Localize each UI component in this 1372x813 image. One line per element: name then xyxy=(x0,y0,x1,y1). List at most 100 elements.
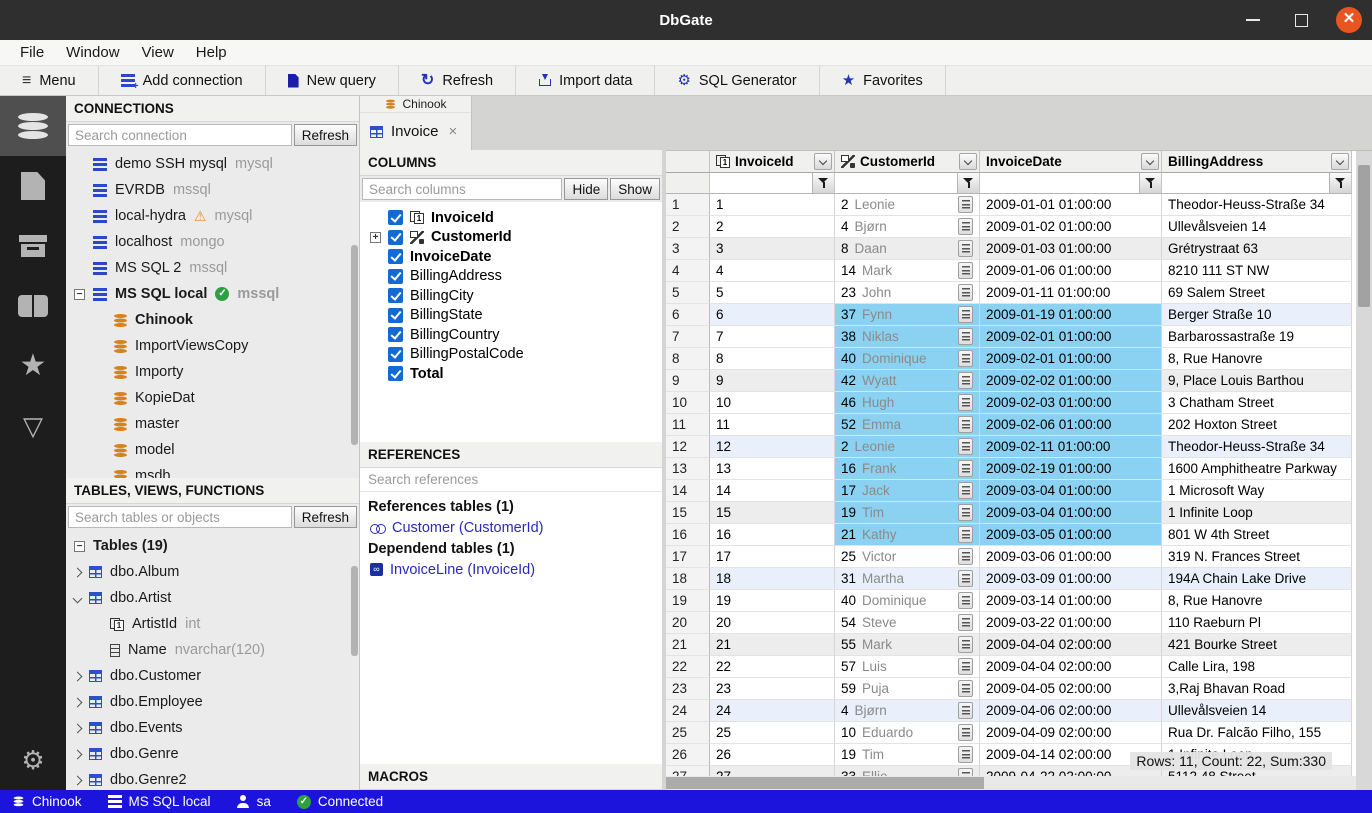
invoiceid-cell[interactable]: 26 xyxy=(710,744,835,766)
invoiceid-cell[interactable]: 14 xyxy=(710,480,835,502)
connection-item[interactable]: local-hydra⚠mysql xyxy=(66,203,359,229)
grid-row[interactable]: 224Bjørn2009-01-02 01:00:00Ullevålsveien… xyxy=(666,216,1372,238)
invoicedate-cell[interactable]: 2009-01-06 01:00:00 xyxy=(980,260,1162,282)
customerid-cell[interactable]: 55Mark xyxy=(835,634,980,656)
billingaddress-cell[interactable]: Theodor-Heuss-Straße 34 xyxy=(1162,436,1352,458)
row-number-cell[interactable]: 14 xyxy=(666,480,710,502)
rail-item-favorites[interactable]: ★ xyxy=(0,336,66,396)
invoiceid-cell[interactable]: 7 xyxy=(710,326,835,348)
invoicedate-cell[interactable]: 2009-04-04 02:00:00 xyxy=(980,656,1162,678)
row-number-cell[interactable]: 10 xyxy=(666,392,710,414)
customerid-cell[interactable]: 23John xyxy=(835,282,980,304)
billingaddress-cell[interactable]: Calle Lira, 198 xyxy=(1162,656,1352,678)
search-columns-input[interactable] xyxy=(362,178,562,200)
invoiceid-cell[interactable]: 19 xyxy=(710,590,835,612)
row-number-cell[interactable]: 1 xyxy=(666,194,710,216)
row-number-cell[interactable]: 19 xyxy=(666,590,710,612)
grid-header-customerid[interactable]: CustomerId xyxy=(835,151,980,173)
invoiceid-cell[interactable]: 15 xyxy=(710,502,835,524)
row-number-cell[interactable]: 25 xyxy=(666,722,710,744)
customerid-cell[interactable]: 4Bjørn xyxy=(835,700,980,722)
show-columns-button[interactable]: Show xyxy=(610,178,660,200)
customerid-cell[interactable]: 52Emma xyxy=(835,414,980,436)
filter-button[interactable] xyxy=(812,173,834,193)
invoicedate-cell[interactable]: 2009-03-22 01:00:00 xyxy=(980,612,1162,634)
invoiceid-cell[interactable]: 20 xyxy=(710,612,835,634)
rail-item-archive[interactable] xyxy=(0,216,66,276)
customerid-cell[interactable]: 42Wyatt xyxy=(835,370,980,392)
invoicedate-cell[interactable]: 2009-02-02 01:00:00 xyxy=(980,370,1162,392)
search-connection-input[interactable] xyxy=(68,124,292,146)
open-reference-icon[interactable] xyxy=(958,306,973,323)
import-data-button[interactable]: Import data xyxy=(516,66,655,95)
customerid-cell[interactable]: 25Victor xyxy=(835,546,980,568)
grid-row[interactable]: 9942Wyatt2009-02-02 01:00:009, Place Lou… xyxy=(666,370,1372,392)
customerid-cell[interactable]: 17Jack xyxy=(835,480,980,502)
filter-button[interactable] xyxy=(1329,173,1351,193)
connection-item[interactable]: model xyxy=(66,437,359,463)
tab-invoice[interactable]: Chinook Invoice × xyxy=(360,96,472,150)
row-number-cell[interactable]: 2 xyxy=(666,216,710,238)
invoicedate-cell[interactable]: 2009-01-03 01:00:00 xyxy=(980,238,1162,260)
table-tree-item[interactable]: dbo.Genre2 xyxy=(66,767,359,790)
grid-row[interactable]: 212155Mark2009-04-04 02:00:00421 Bourke … xyxy=(666,634,1372,656)
open-reference-icon[interactable] xyxy=(958,328,973,345)
customerid-cell[interactable]: 8Daan xyxy=(835,238,980,260)
rail-item-closed-tabs[interactable] xyxy=(0,156,66,216)
open-reference-icon[interactable] xyxy=(958,416,973,433)
row-number-cell[interactable]: 26 xyxy=(666,744,710,766)
invoiceid-cell[interactable]: 9 xyxy=(710,370,835,392)
invoicedate-cell[interactable]: 2009-03-04 01:00:00 xyxy=(980,480,1162,502)
column-checkbox[interactable] xyxy=(388,347,403,362)
open-reference-icon[interactable] xyxy=(958,218,973,235)
column-checkbox[interactable] xyxy=(388,210,403,225)
customerid-cell[interactable]: 16Frank xyxy=(835,458,980,480)
table-tree-item[interactable]: dbo.Artist xyxy=(66,585,359,611)
row-number-cell[interactable]: 3 xyxy=(666,238,710,260)
row-number-cell[interactable]: 11 xyxy=(666,414,710,436)
connection-item[interactable]: localhostmongo xyxy=(66,229,359,255)
table-tree-item[interactable]: dbo.Genre xyxy=(66,741,359,767)
table-tree-item[interactable]: dbo.Events xyxy=(66,715,359,741)
invoicedate-cell[interactable]: 2009-03-06 01:00:00 xyxy=(980,546,1162,568)
column-menu-button[interactable] xyxy=(1141,153,1159,170)
customerid-cell[interactable]: 21Kathy xyxy=(835,524,980,546)
column-menu-button[interactable] xyxy=(1331,153,1349,170)
invoiceid-cell[interactable]: 6 xyxy=(710,304,835,326)
tables-refresh-button[interactable]: Refresh xyxy=(294,506,357,528)
filter-button[interactable] xyxy=(957,173,979,193)
grid-row[interactable]: 191940Dominique2009-03-14 01:00:008, Rue… xyxy=(666,590,1372,612)
invoicedate-cell[interactable]: 2009-01-19 01:00:00 xyxy=(980,304,1162,326)
statusbar-sa[interactable]: sa xyxy=(237,794,271,809)
invoiceid-cell[interactable]: 5 xyxy=(710,282,835,304)
invoiceid-cell[interactable]: 11 xyxy=(710,414,835,436)
invoiceid-cell[interactable]: 23 xyxy=(710,678,835,700)
open-reference-icon[interactable] xyxy=(958,504,973,521)
open-reference-icon[interactable] xyxy=(958,636,973,653)
row-number-cell[interactable]: 24 xyxy=(666,700,710,722)
invoicedate-cell[interactable]: 2009-03-09 01:00:00 xyxy=(980,568,1162,590)
grid-row[interactable]: 202054Steve2009-03-22 01:00:00110 Raebur… xyxy=(666,612,1372,634)
grid-row[interactable]: 8840Dominique2009-02-01 01:00:008, Rue H… xyxy=(666,348,1372,370)
column-menu-button[interactable] xyxy=(959,153,977,170)
invoicedate-cell[interactable]: 2009-03-05 01:00:00 xyxy=(980,524,1162,546)
grid-row[interactable]: 7738Niklas2009-02-01 01:00:00Barbarossas… xyxy=(666,326,1372,348)
column-checkbox[interactable] xyxy=(388,269,403,284)
billingaddress-cell[interactable]: 3,Raj Bhavan Road xyxy=(1162,678,1352,700)
customerid-cell[interactable]: 2Leonie xyxy=(835,194,980,216)
billingaddress-cell[interactable]: 202 Hoxton Street xyxy=(1162,414,1352,436)
invoiceid-cell[interactable]: 12 xyxy=(710,436,835,458)
column-item[interactable]: BillingCountry xyxy=(360,325,662,345)
billingaddress-cell[interactable]: 421 Bourke Street xyxy=(1162,634,1352,656)
grid-row[interactable]: 131316Frank2009-02-19 01:00:001600 Amphi… xyxy=(666,458,1372,480)
row-number-cell[interactable]: 21 xyxy=(666,634,710,656)
invoicedate-cell[interactable]: 2009-02-19 01:00:00 xyxy=(980,458,1162,480)
column-item[interactable]: Total xyxy=(360,364,662,384)
customerid-cell[interactable]: 37Fynn xyxy=(835,304,980,326)
row-number-cell[interactable]: 18 xyxy=(666,568,710,590)
search-tables-input[interactable] xyxy=(68,506,292,528)
open-reference-icon[interactable] xyxy=(958,372,973,389)
tab-close-icon[interactable]: × xyxy=(449,123,458,140)
column-item[interactable]: +CustomerId xyxy=(360,228,662,248)
open-reference-icon[interactable] xyxy=(958,284,973,301)
